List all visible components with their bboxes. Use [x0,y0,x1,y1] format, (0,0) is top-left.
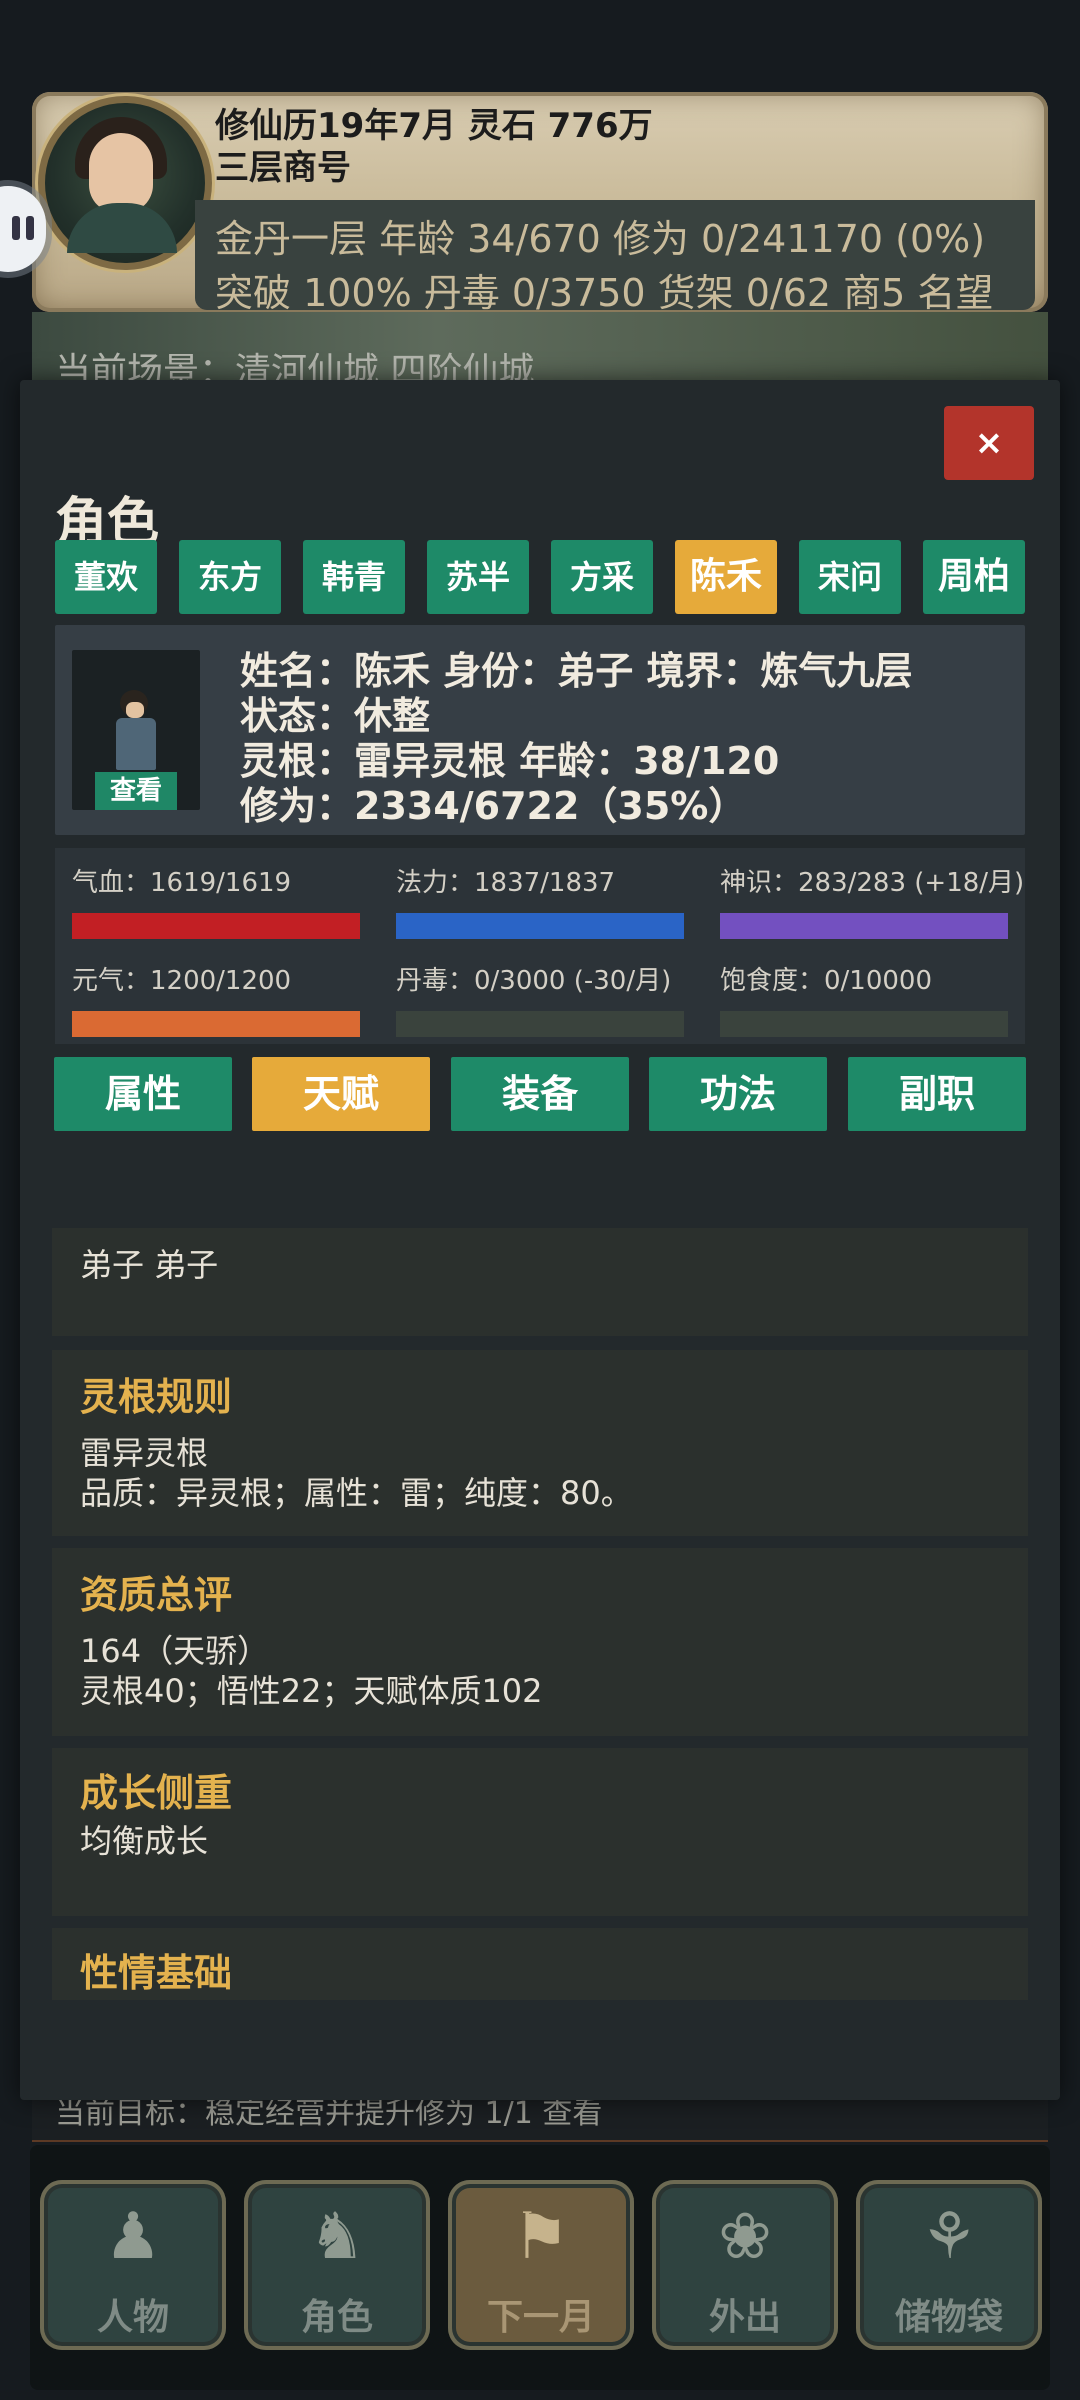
nav-label: 角色 [300,2297,373,2338]
stat-fill [720,913,1008,939]
temperament-panel: 性情基础 [52,1928,1028,2000]
avatar-face [89,133,153,213]
stat-bar [396,1011,684,1037]
view-portrait-button[interactable]: 查看 [95,772,177,810]
stat-label: 气血：1619/1619 [72,868,292,898]
character-tab[interactable]: 董欢 [55,540,157,614]
flag-icon: ⚑ [512,2200,570,2274]
stat-mana: 法力：1837/1837 [396,862,686,939]
identity-text: 弟子 弟子 [80,1246,219,1284]
root-rule-panel: 灵根规则 雷异灵根 品质：异灵根；属性：雷；纯度：80。 [52,1350,1028,1536]
stat-label: 神识：283/283 (+18/月) [720,868,1025,898]
stat-bar [396,913,684,939]
character-tab[interactable]: 方采 [551,540,653,614]
nav-character-button[interactable]: ♞ 角色 [244,2180,430,2350]
header-shop-level: 三层商号 [215,148,351,188]
stat-bar [720,1011,1008,1037]
person-icon: ♟ [104,2200,162,2274]
character-tab[interactable]: 苏半 [427,540,529,614]
stat-fill [396,913,684,939]
temperament-title: 性情基础 [80,1951,233,1995]
disciple-icon: ♞ [308,2200,366,2274]
stat-bar [720,913,1008,939]
aptitude-title: 资质总评 [80,1573,233,1617]
nav-label: 储物袋 [894,2297,1003,2338]
stat-satiety: 饱食度：0/10000 [720,960,1010,1037]
identity-panel: 弟子 弟子 [52,1228,1028,1336]
character-tab[interactable]: 韩青 [303,540,405,614]
growth-panel: 成长侧重 均衡成长 [52,1748,1028,1916]
aptitude-panel: 资质总评 164（天骄） 灵根40；悟性22；天赋体质102 [52,1548,1028,1736]
talent-scroll-area[interactable]: 弟子 弟子 灵根规则 雷异灵根 品质：异灵根；属性：雷；纯度：80。 资质总评 … [52,1228,1028,2000]
stat-label: 法力：1837/1837 [396,868,616,898]
stat-bar [72,1011,360,1037]
stat-health: 气血：1619/1619 [72,862,362,939]
growth-title: 成长侧重 [80,1771,233,1815]
avatar-body [67,203,177,253]
stat-bar [72,913,360,939]
nav-label: 人物 [96,2297,169,2338]
stat-fill [72,1011,360,1037]
stat-fill [72,913,360,939]
stat-spirit-sense: 神识：283/283 (+18/月) [720,862,1025,939]
stat-label: 丹毒：0/3000 (-30/月) [396,966,672,996]
tab-equipment[interactable]: 装备 [451,1057,629,1131]
nav-label: 下一月 [486,2297,595,2338]
close-button[interactable]: × [944,406,1034,480]
header-stats-line2: 突破 100% 丹毒 0/3750 货架 0/62 商5 名望 [215,271,994,315]
player-avatar[interactable] [38,96,212,270]
character-tab[interactable]: 宋问 [799,540,901,614]
character-tab-selected[interactable]: 陈禾 [675,540,777,614]
tab-attributes[interactable]: 属性 [54,1057,232,1131]
tab-talent[interactable]: 天赋 [252,1057,430,1131]
character-tab[interactable]: 东方 [179,540,281,614]
tab-side-job[interactable]: 副职 [848,1057,1026,1131]
character-tab[interactable]: 周柏 [923,540,1025,614]
nav-next-month-button[interactable]: ⚑ 下一月 [448,2180,634,2350]
portrait-face [126,702,144,718]
tab-techniques[interactable]: 功法 [649,1057,827,1131]
bag-icon: ⚘ [920,2200,978,2274]
stat-label: 饱食度：0/10000 [720,966,933,996]
growth-line1: 均衡成长 [80,1822,209,1860]
portrait-body [116,718,156,770]
nav-outing-button[interactable]: ❀ 外出 [652,2180,838,2350]
stat-pill-toxicity: 丹毒：0/3000 (-30/月) [396,960,686,1037]
stat-label: 元气：1200/1200 [72,966,292,996]
aptitude-line2: 灵根40；悟性22；天赋体质102 [80,1672,543,1710]
header-stats-line1: 金丹一层 年龄 34/670 修为 0/241170 (0%) [215,217,986,261]
nav-storage-bag-button[interactable]: ⚘ 储物袋 [856,2180,1042,2350]
lotus-icon: ❀ [718,2200,772,2274]
nav-label: 外出 [708,2297,781,2338]
root-rule-title: 灵根规则 [80,1375,233,1419]
nav-person-button[interactable]: ♟ 人物 [40,2180,226,2350]
info-cultivation: 修为：2334/6722（35%） [240,784,747,828]
stat-vitality: 元气：1200/1200 [72,960,362,1037]
root-rule-line2: 品质：异灵根；属性：雷；纯度：80。 [80,1474,633,1512]
